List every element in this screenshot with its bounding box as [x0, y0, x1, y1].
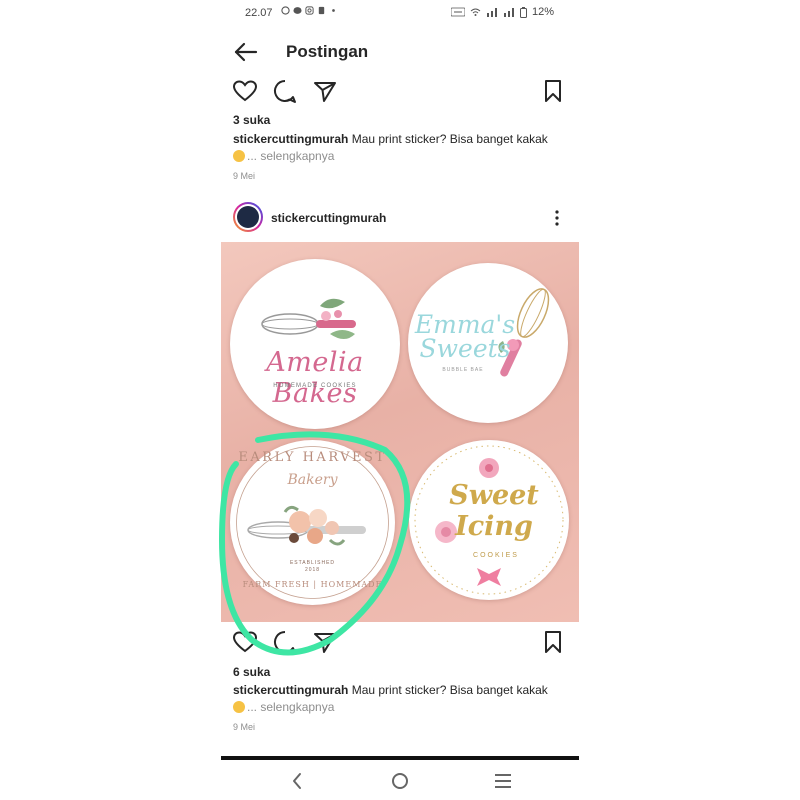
- battery-icon: [519, 6, 527, 18]
- sticker-title: Amelia Bakes: [266, 347, 364, 409]
- comment-icon[interactable]: [271, 628, 299, 656]
- caption-text: Mau print sticker? Bisa banget kakak: [351, 683, 548, 697]
- volte-icon: [450, 7, 465, 17]
- status-bar: 22.07 12%: [221, 0, 579, 26]
- sticker-established: ESTABLISHED: [289, 560, 336, 566]
- more-vertical-icon[interactable]: [547, 208, 567, 228]
- send-icon[interactable]: [311, 628, 339, 656]
- chevron-left-icon[interactable]: [285, 770, 309, 792]
- system-nav-bar: [221, 760, 579, 800]
- kiss-emoji-icon: [233, 150, 245, 162]
- post-1-likes[interactable]: 3 suka: [233, 113, 270, 127]
- whisk-icon: [261, 298, 356, 339]
- arrow-left-icon[interactable]: [231, 38, 261, 66]
- circle-home-icon[interactable]: [388, 770, 412, 792]
- status-time: 22.07: [245, 7, 273, 19]
- battery-level: 12%: [531, 6, 554, 18]
- comment-icon[interactable]: [271, 77, 299, 105]
- app-header: Postingan: [221, 34, 579, 70]
- see-more-link[interactable]: ... selengkapnya: [247, 700, 334, 714]
- post-1-date: 9 Mei: [233, 171, 256, 181]
- caption-username[interactable]: stickercuttingmurah: [233, 132, 348, 146]
- bookmark-icon[interactable]: [539, 628, 567, 656]
- heart-icon[interactable]: [231, 628, 259, 656]
- sticker-early-harvest: EARLY HARVEST Bakery ESTABLISHED 2018 FA…: [230, 440, 395, 605]
- avatar[interactable]: [233, 202, 263, 232]
- sticker-year: 2018: [304, 567, 321, 573]
- status-system-icons: 12%: [450, 6, 554, 18]
- post-2-actions: [221, 628, 579, 658]
- caption-username[interactable]: stickercuttingmurah: [233, 683, 348, 697]
- dot-icon: [332, 9, 335, 12]
- sticker-subtitle: COOKIES: [473, 552, 519, 559]
- sticker-subtitle: BUBBLE BAE: [442, 367, 484, 373]
- signal-icon: [486, 8, 497, 17]
- sticker-amelia-bakes: Amelia Bakes HOMEMADE COOKIES: [230, 259, 400, 429]
- post-2-caption: stickercuttingmurah Mau print sticker? B…: [233, 682, 568, 716]
- page-title: Postingan: [286, 42, 369, 61]
- caption-text: Mau print sticker? Bisa banget kakak: [351, 132, 548, 146]
- post-username[interactable]: stickercuttingmurah: [271, 211, 386, 225]
- phone-screen: 22.07 12% Postingan 3 suka stickercuttin…: [221, 0, 579, 800]
- bookmark-icon[interactable]: [539, 77, 567, 105]
- post-2-likes[interactable]: 6 suka: [233, 665, 270, 679]
- sticker-title: Emma's Sweets: [414, 310, 516, 363]
- post-2-date: 9 Mei: [233, 722, 256, 732]
- sticker-subtitle: HOMEMADE COOKIES: [273, 383, 357, 389]
- post-1-caption: stickercuttingmurah Mau print sticker? B…: [233, 131, 568, 165]
- sticker-emmas-sweets: Emma's Sweets BUBBLE BAE: [408, 263, 568, 423]
- post-1-actions: [221, 77, 579, 107]
- sticker-bottom-text: FARM FRESH | HOMEMADE: [242, 580, 383, 589]
- menu-lines-icon[interactable]: [491, 770, 515, 792]
- sticker-title: EARLY HARVEST: [238, 450, 387, 465]
- post-image[interactable]: Amelia Bakes HOMEMADE COOKIES Emma's Swe…: [221, 242, 579, 622]
- post-2-header: stickercuttingmurah: [221, 200, 579, 236]
- sticker-title: Sweet Icing: [449, 480, 539, 542]
- signal-icon-2: [503, 8, 514, 17]
- sticker-sweet-icing: Sweet Icing COOKIES: [409, 440, 569, 600]
- wifi-icon: [470, 8, 481, 16]
- sticker-script: Bakery: [287, 472, 338, 488]
- kiss-emoji-icon: [233, 701, 245, 713]
- whatsapp-icon: [281, 6, 290, 15]
- send-icon[interactable]: [311, 77, 339, 105]
- heart-icon[interactable]: [231, 77, 259, 105]
- instagram-icon: [305, 6, 314, 15]
- see-more-link[interactable]: ... selengkapnya: [247, 149, 334, 163]
- status-notification-icons: [281, 6, 338, 15]
- chat-bubble-icon: [293, 7, 302, 14]
- sim-icon: [318, 6, 325, 15]
